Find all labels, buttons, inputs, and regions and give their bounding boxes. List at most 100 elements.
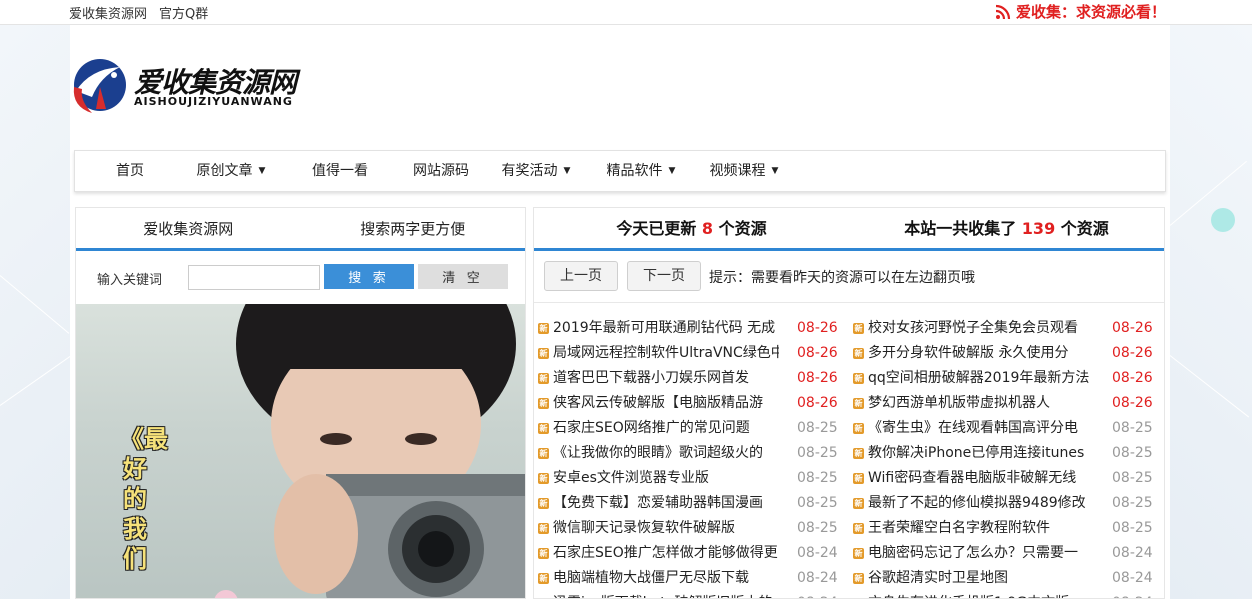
list-item[interactable]: 新局域网远程控制软件UltraVNC绿色中 08-26 xyxy=(534,341,850,366)
today-prefix: 今天已更新 xyxy=(616,219,697,238)
new-badge-icon: 新 xyxy=(853,348,864,359)
rss-icon xyxy=(995,4,1011,19)
nav-item-home[interactable]: 首页 xyxy=(75,151,185,191)
list-item-title[interactable]: 最新了不起的修仙模拟器9489修改 xyxy=(868,491,1094,516)
list-item-title[interactable]: 《寄生虫》在线观看韩国高评分电 xyxy=(868,416,1094,441)
nav-item-premium-software[interactable]: 精品软件 ▼ xyxy=(593,151,689,191)
list-item-date: 08-25 xyxy=(1112,445,1153,461)
search-button[interactable]: 搜 索 xyxy=(324,264,414,289)
list-item[interactable]: 新安卓es文件浏览器专业版 08-25 xyxy=(534,466,850,491)
total-collected: 本站一共收集了 139 个资源 xyxy=(849,208,1164,248)
new-badge-icon: 新 xyxy=(853,548,864,559)
list-item-title[interactable]: 石家庄SEO网络推广的常见问题 xyxy=(553,416,779,441)
search-input[interactable] xyxy=(188,265,320,290)
list-item[interactable]: 新【免费下载】恋爱辅助器韩国漫画 08-25 xyxy=(534,491,850,516)
list-item[interactable]: 新 qq空间相册破解器2019年最新方法 08-26 xyxy=(849,366,1164,391)
list-item-date: 08-25 xyxy=(797,495,838,511)
list-item[interactable]: 新迅雷ios版下载beta破解版旧版本的08-24 xyxy=(534,591,850,598)
new-badge-icon: 新 xyxy=(538,398,549,409)
tab-search-tip[interactable]: 搜索两字更方便 xyxy=(301,208,526,248)
list-item[interactable]: 新 2019年最新可用联通刷钻代码 无成 08-26 xyxy=(534,316,850,341)
list-item-date: 08-24 xyxy=(797,591,838,598)
list-item-title[interactable]: 侠客风云传破解版【电脑版精品游 xyxy=(553,391,779,416)
new-badge-icon: 新 xyxy=(538,573,549,584)
new-badge-icon: 新 xyxy=(853,523,864,534)
list-item[interactable]: 新 Wifi密码查看器电脑版非破解无线 08-25 xyxy=(849,466,1164,491)
site-logo[interactable]: 爱收集资源网 AISHOUJIZIYUANWANG xyxy=(70,57,330,117)
search-row: 输入关键词 搜 索 清 空 xyxy=(76,251,525,303)
search-panel: 爱收集资源网 搜索两字更方便 输入关键词 搜 索 清 空 《最好的我们 xyxy=(75,207,526,599)
resource-list-left: 新 2019年最新可用联通刷钻代码 无成 08-26 新局域网远程控制软件UltraV… xyxy=(534,316,850,598)
list-item-title[interactable]: 电脑端植物大战僵尸无尽版下载 xyxy=(553,566,779,591)
caret-down-icon: ▼ xyxy=(258,166,266,176)
list-item[interactable]: 新王者荣耀空白名字教程附软件 08-25 xyxy=(849,516,1164,541)
nav-item-worth-seeing[interactable]: 值得一看 xyxy=(277,151,403,191)
list-item-title[interactable]: 【免费下载】恋爱辅助器韩国漫画 xyxy=(553,491,779,516)
list-item[interactable]: 新《寄生虫》在线观看韩国高评分电 08-25 xyxy=(849,416,1164,441)
nav-label: 精品软件 xyxy=(606,163,663,179)
main-nav: 首页 原创文章 ▼ 值得一看 网站源码 有奖活动 ▼ 精品软件 ▼ 视频课程 ▼ xyxy=(74,150,1166,192)
list-item-title[interactable]: 多开分身软件破解版 永久使用分 xyxy=(868,341,1094,366)
list-item[interactable]: 新最新了不起的修仙模拟器9489修改 08-25 xyxy=(849,491,1164,516)
list-item-date: 08-25 xyxy=(1112,495,1153,511)
list-item[interactable]: 新石家庄SEO推广怎样做才能够做得更 08-24 xyxy=(534,541,850,566)
list-item[interactable]: 新道客巴巴下载器小刀娱乐网首发 08-26 xyxy=(534,366,850,391)
list-item-title[interactable]: 2019年最新可用联通刷钻代码 无成 xyxy=(553,316,779,341)
prev-page-button[interactable]: 上一页 xyxy=(544,261,618,291)
nav-item-prize-events[interactable]: 有奖活动 ▼ xyxy=(479,151,593,191)
list-item-title[interactable]: 安卓es文件浏览器专业版 xyxy=(553,466,779,491)
resource-list-right: 新校对女孩河野悦子全集免会员观看 08-26 新多开分身软件破解版 永久使用分 08-… xyxy=(849,316,1164,598)
official-qq-group-link[interactable]: 官方Q群 xyxy=(159,3,208,22)
tab-site-name[interactable]: 爱收集资源网 xyxy=(76,208,301,248)
list-item-date: 08-25 xyxy=(797,520,838,536)
list-item-date: 08-26 xyxy=(1112,345,1153,361)
nav-label: 值得一看 xyxy=(312,163,368,179)
list-item[interactable]: 新电脑端植物大战僵尸无尽版下载 08-24 xyxy=(534,566,850,591)
clear-button[interactable]: 清 空 xyxy=(418,264,508,289)
list-item-title[interactable]: 谷歌超清实时卫星地图 xyxy=(868,566,1094,591)
list-item-date: 08-26 xyxy=(1112,370,1153,386)
list-item-title[interactable]: 校对女孩河野悦子全集免会员观看 xyxy=(868,316,1094,341)
list-item[interactable]: 新电脑密码忘记了怎么办？只需要一 08-24 xyxy=(849,541,1164,566)
list-item[interactable]: 新校对女孩河野悦子全集免会员观看 08-26 xyxy=(849,316,1164,341)
slogan-text: 爱收集：求资源必看！ xyxy=(1015,3,1166,21)
list-item-title[interactable]: 方舟生存进化手机版1.9G中文版 xyxy=(868,591,1094,598)
list-item-title[interactable]: 迅雷ios版下载beta破解版旧版本的 xyxy=(553,591,779,598)
list-item-title[interactable]: qq空间相册破解器2019年最新方法 xyxy=(868,366,1094,391)
list-item[interactable]: 新石家庄SEO网络推广的常见问题 08-25 xyxy=(534,416,850,441)
caret-down-icon: ▼ xyxy=(668,166,676,176)
list-item-date: 08-24 xyxy=(797,545,838,561)
list-item-title[interactable]: Wifi密码查看器电脑版非破解无线 xyxy=(868,466,1094,491)
list-item-title[interactable]: 微信聊天记录恢复软件破解版 xyxy=(553,516,779,541)
list-item-title[interactable]: 《让我做你的眼睛》歌词超级火的 xyxy=(553,441,779,466)
list-item[interactable]: 新教你解决iPhone已停用连接itunes 08-25 xyxy=(849,441,1164,466)
list-item[interactable]: 新方舟生存进化手机版1.9G中文版08-24 xyxy=(849,591,1164,598)
list-item-title[interactable]: 王者荣耀空白名字教程附软件 xyxy=(868,516,1094,541)
nav-item-original-articles[interactable]: 原创文章 ▼ xyxy=(185,151,277,191)
slogan-link[interactable]: 爱收集：求资源必看！ xyxy=(995,1,1166,22)
list-item-title[interactable]: 梦幻西游单机版带虚拟机器人 xyxy=(868,391,1094,416)
list-item[interactable]: 新梦幻西游单机版带虚拟机器人 08-26 xyxy=(849,391,1164,416)
list-item-title[interactable]: 电脑密码忘记了怎么办？只需要一 xyxy=(868,541,1094,566)
list-item[interactable]: 新多开分身软件破解版 永久使用分 08-26 xyxy=(849,341,1164,366)
nav-item-site-source[interactable]: 网站源码 xyxy=(403,151,479,191)
floating-bubble xyxy=(1211,208,1235,232)
nav-label: 首页 xyxy=(116,163,144,179)
list-item-title[interactable]: 道客巴巴下载器小刀娱乐网首发 xyxy=(553,366,779,391)
top-site-link[interactable]: 爱收集资源网 xyxy=(69,3,147,22)
search-panel-tabs: 爱收集资源网 搜索两字更方便 xyxy=(76,208,525,251)
resource-panel: 今天已更新 8 个资源 本站一共收集了 139 个资源 上一页 下一页 提示：需… xyxy=(533,207,1165,599)
list-item-date: 08-25 xyxy=(1112,520,1153,536)
list-item[interactable]: 新微信聊天记录恢复软件破解版 08-25 xyxy=(534,516,850,541)
background-decoration-right xyxy=(1169,25,1252,599)
next-page-button[interactable]: 下一页 xyxy=(627,261,701,291)
list-item-title[interactable]: 局域网远程控制软件UltraVNC绿色中 xyxy=(553,341,779,366)
list-item[interactable]: 新谷歌超清实时卫星地图 08-24 xyxy=(849,566,1164,591)
list-item-title[interactable]: 教你解决iPhone已停用连接itunes xyxy=(868,441,1094,466)
nav-item-video-courses[interactable]: 视频课程 ▼ xyxy=(689,151,799,191)
nav-label: 原创文章 xyxy=(196,163,253,179)
list-item[interactable]: 新侠客风云传破解版【电脑版精品游 08-26 xyxy=(534,391,850,416)
list-item[interactable]: 新《让我做你的眼睛》歌词超级火的 08-25 xyxy=(534,441,850,466)
list-item-title[interactable]: 石家庄SEO推广怎样做才能够做得更 xyxy=(553,541,779,566)
movie-banner-image[interactable]: 《最好的我们 xyxy=(76,304,525,598)
